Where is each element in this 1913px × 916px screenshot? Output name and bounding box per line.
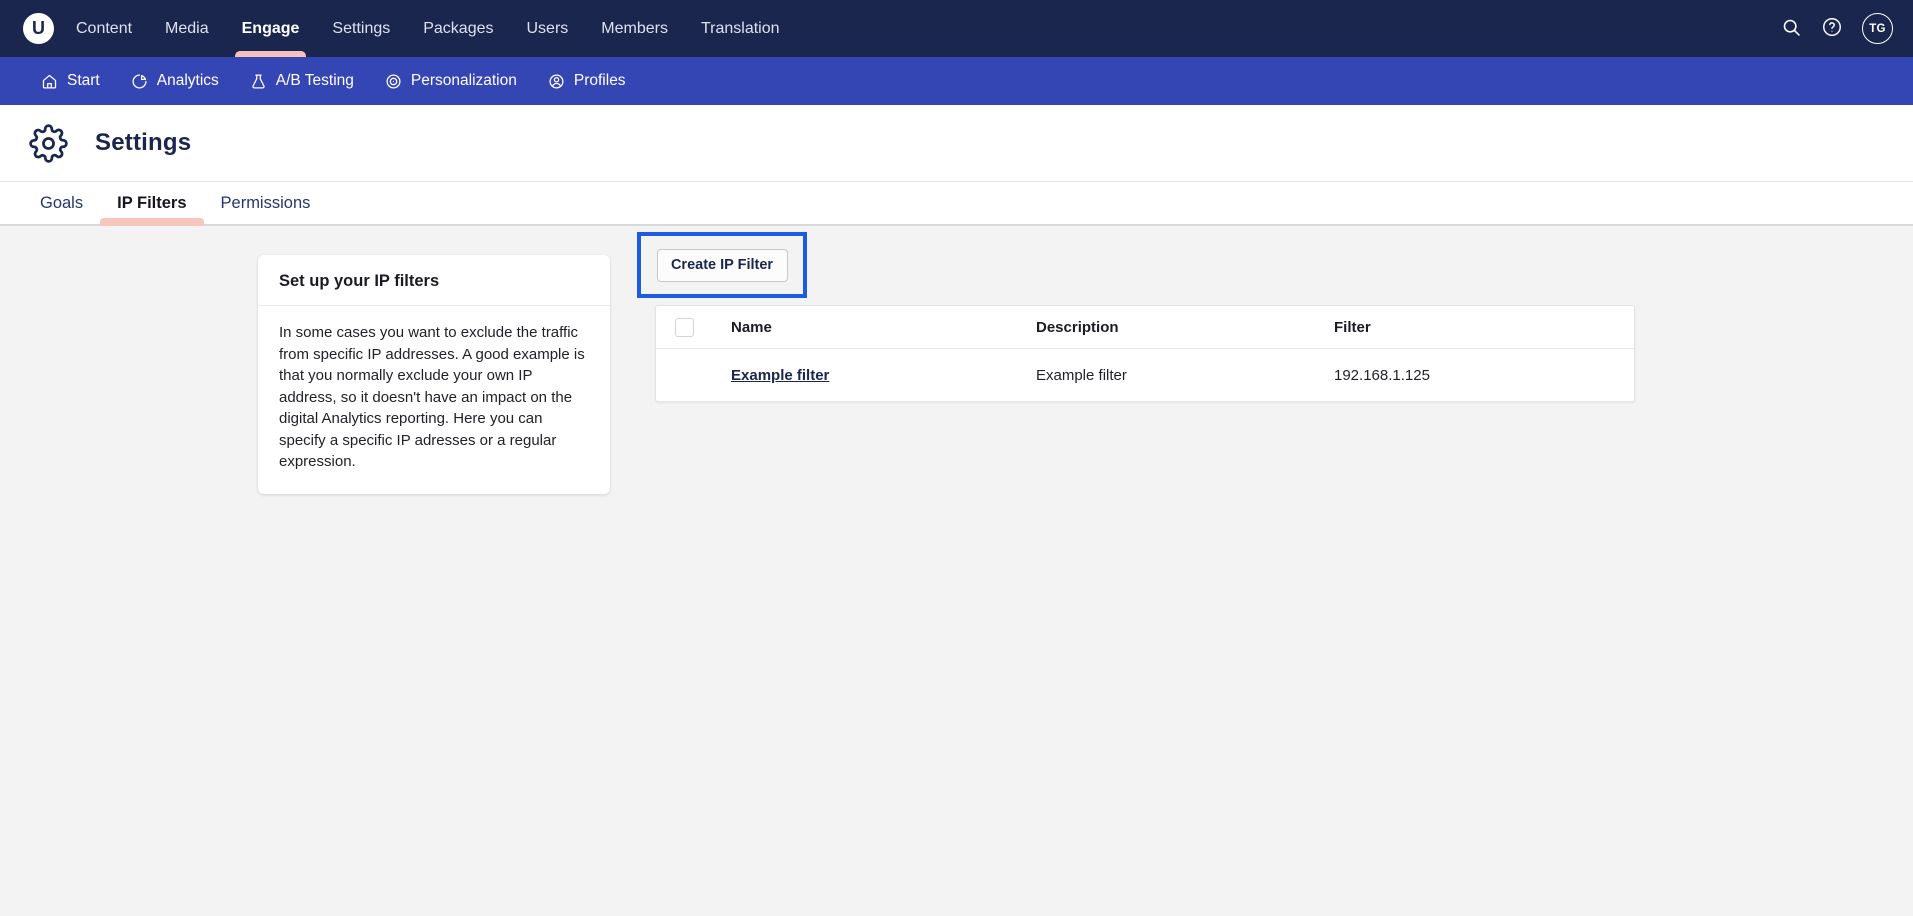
tab-ip-filters[interactable]: IP Filters — [100, 182, 203, 224]
filter-value-cell: 192.168.1.125 — [1334, 367, 1634, 384]
settings-gear-icon — [29, 124, 68, 163]
focus-highlight-box: Create IP Filter — [637, 232, 807, 298]
search-icon — [1781, 17, 1802, 41]
pie-chart-icon — [131, 73, 148, 90]
top-nav-right-actions: TG — [1781, 0, 1893, 57]
top-nav-item-settings[interactable]: Settings — [332, 0, 390, 57]
column-header-name: Name — [731, 319, 1036, 336]
subnav-item-personalization[interactable]: Personalization — [385, 72, 517, 90]
top-nav-item-members[interactable]: Members — [601, 0, 668, 57]
flask-icon — [250, 73, 267, 90]
search-button[interactable] — [1781, 17, 1802, 41]
table-row: Example filter Example filter 192.168.1.… — [656, 349, 1634, 401]
avatar[interactable]: TG — [1862, 13, 1893, 44]
engage-sub-navigation: Start Analytics A/B Testing — [0, 57, 1913, 105]
info-card-title: Set up your IP filters — [258, 255, 610, 306]
help-button[interactable] — [1821, 16, 1843, 41]
top-nav-item-packages[interactable]: Packages — [423, 0, 493, 57]
target-icon — [385, 73, 402, 90]
settings-tab-bar: Goals IP Filters Permissions — [0, 182, 1913, 226]
top-nav-item-content[interactable]: Content — [76, 0, 132, 57]
top-nav-item-users[interactable]: Users — [527, 0, 569, 57]
subnav-item-ab-testing[interactable]: A/B Testing — [250, 72, 354, 90]
column-header-description: Description — [1036, 319, 1334, 336]
top-nav-item-engage[interactable]: Engage — [242, 0, 300, 57]
ip-filters-info-card: Set up your IP filters In some cases you… — [258, 255, 610, 494]
subnav-item-start[interactable]: Start — [41, 72, 100, 90]
filter-description-cell: Example filter — [1036, 367, 1334, 384]
select-all-checkbox[interactable] — [675, 318, 694, 337]
sub-nav-items: Start Analytics A/B Testing — [0, 57, 658, 105]
page-header: Settings — [0, 105, 1913, 182]
monitor-icon — [657, 73, 658, 90]
filter-name-link[interactable]: Example filter — [731, 367, 829, 384]
top-nav-item-media[interactable]: Media — [165, 0, 209, 57]
tab-permissions[interactable]: Permissions — [204, 182, 328, 224]
table-header-checkbox-cell — [675, 318, 731, 337]
top-nav-item-translation[interactable]: Translation — [701, 0, 780, 57]
create-ip-filter-button[interactable]: Create IP Filter — [657, 249, 788, 282]
subnav-item-reports[interactable]: Rep — [657, 72, 658, 90]
home-icon — [41, 73, 58, 90]
tab-goals[interactable]: Goals — [23, 182, 100, 224]
help-icon — [1821, 16, 1843, 41]
umbraco-logo-letter: U — [32, 18, 45, 39]
top-nav-sections: Content Media Engage Settings Packages U… — [76, 0, 780, 57]
subnav-item-profiles[interactable]: Profiles — [548, 72, 626, 90]
page-title: Settings — [95, 129, 191, 157]
table-header-row: Name Description Filter — [656, 306, 1634, 349]
column-header-filter: Filter — [1334, 319, 1634, 336]
umbraco-logo[interactable]: U — [23, 13, 54, 44]
info-card-description: In some cases you want to exclude the tr… — [258, 306, 610, 494]
avatar-initials: TG — [1869, 23, 1886, 35]
user-circle-icon — [548, 73, 565, 90]
ip-filters-content: Set up your IP filters In some cases you… — [0, 226, 1913, 916]
top-navigation: U Content Media Engage Settings Packages… — [0, 0, 1913, 57]
ip-filters-table: Name Description Filter Example filter E… — [655, 305, 1635, 402]
subnav-item-analytics[interactable]: Analytics — [131, 72, 219, 90]
